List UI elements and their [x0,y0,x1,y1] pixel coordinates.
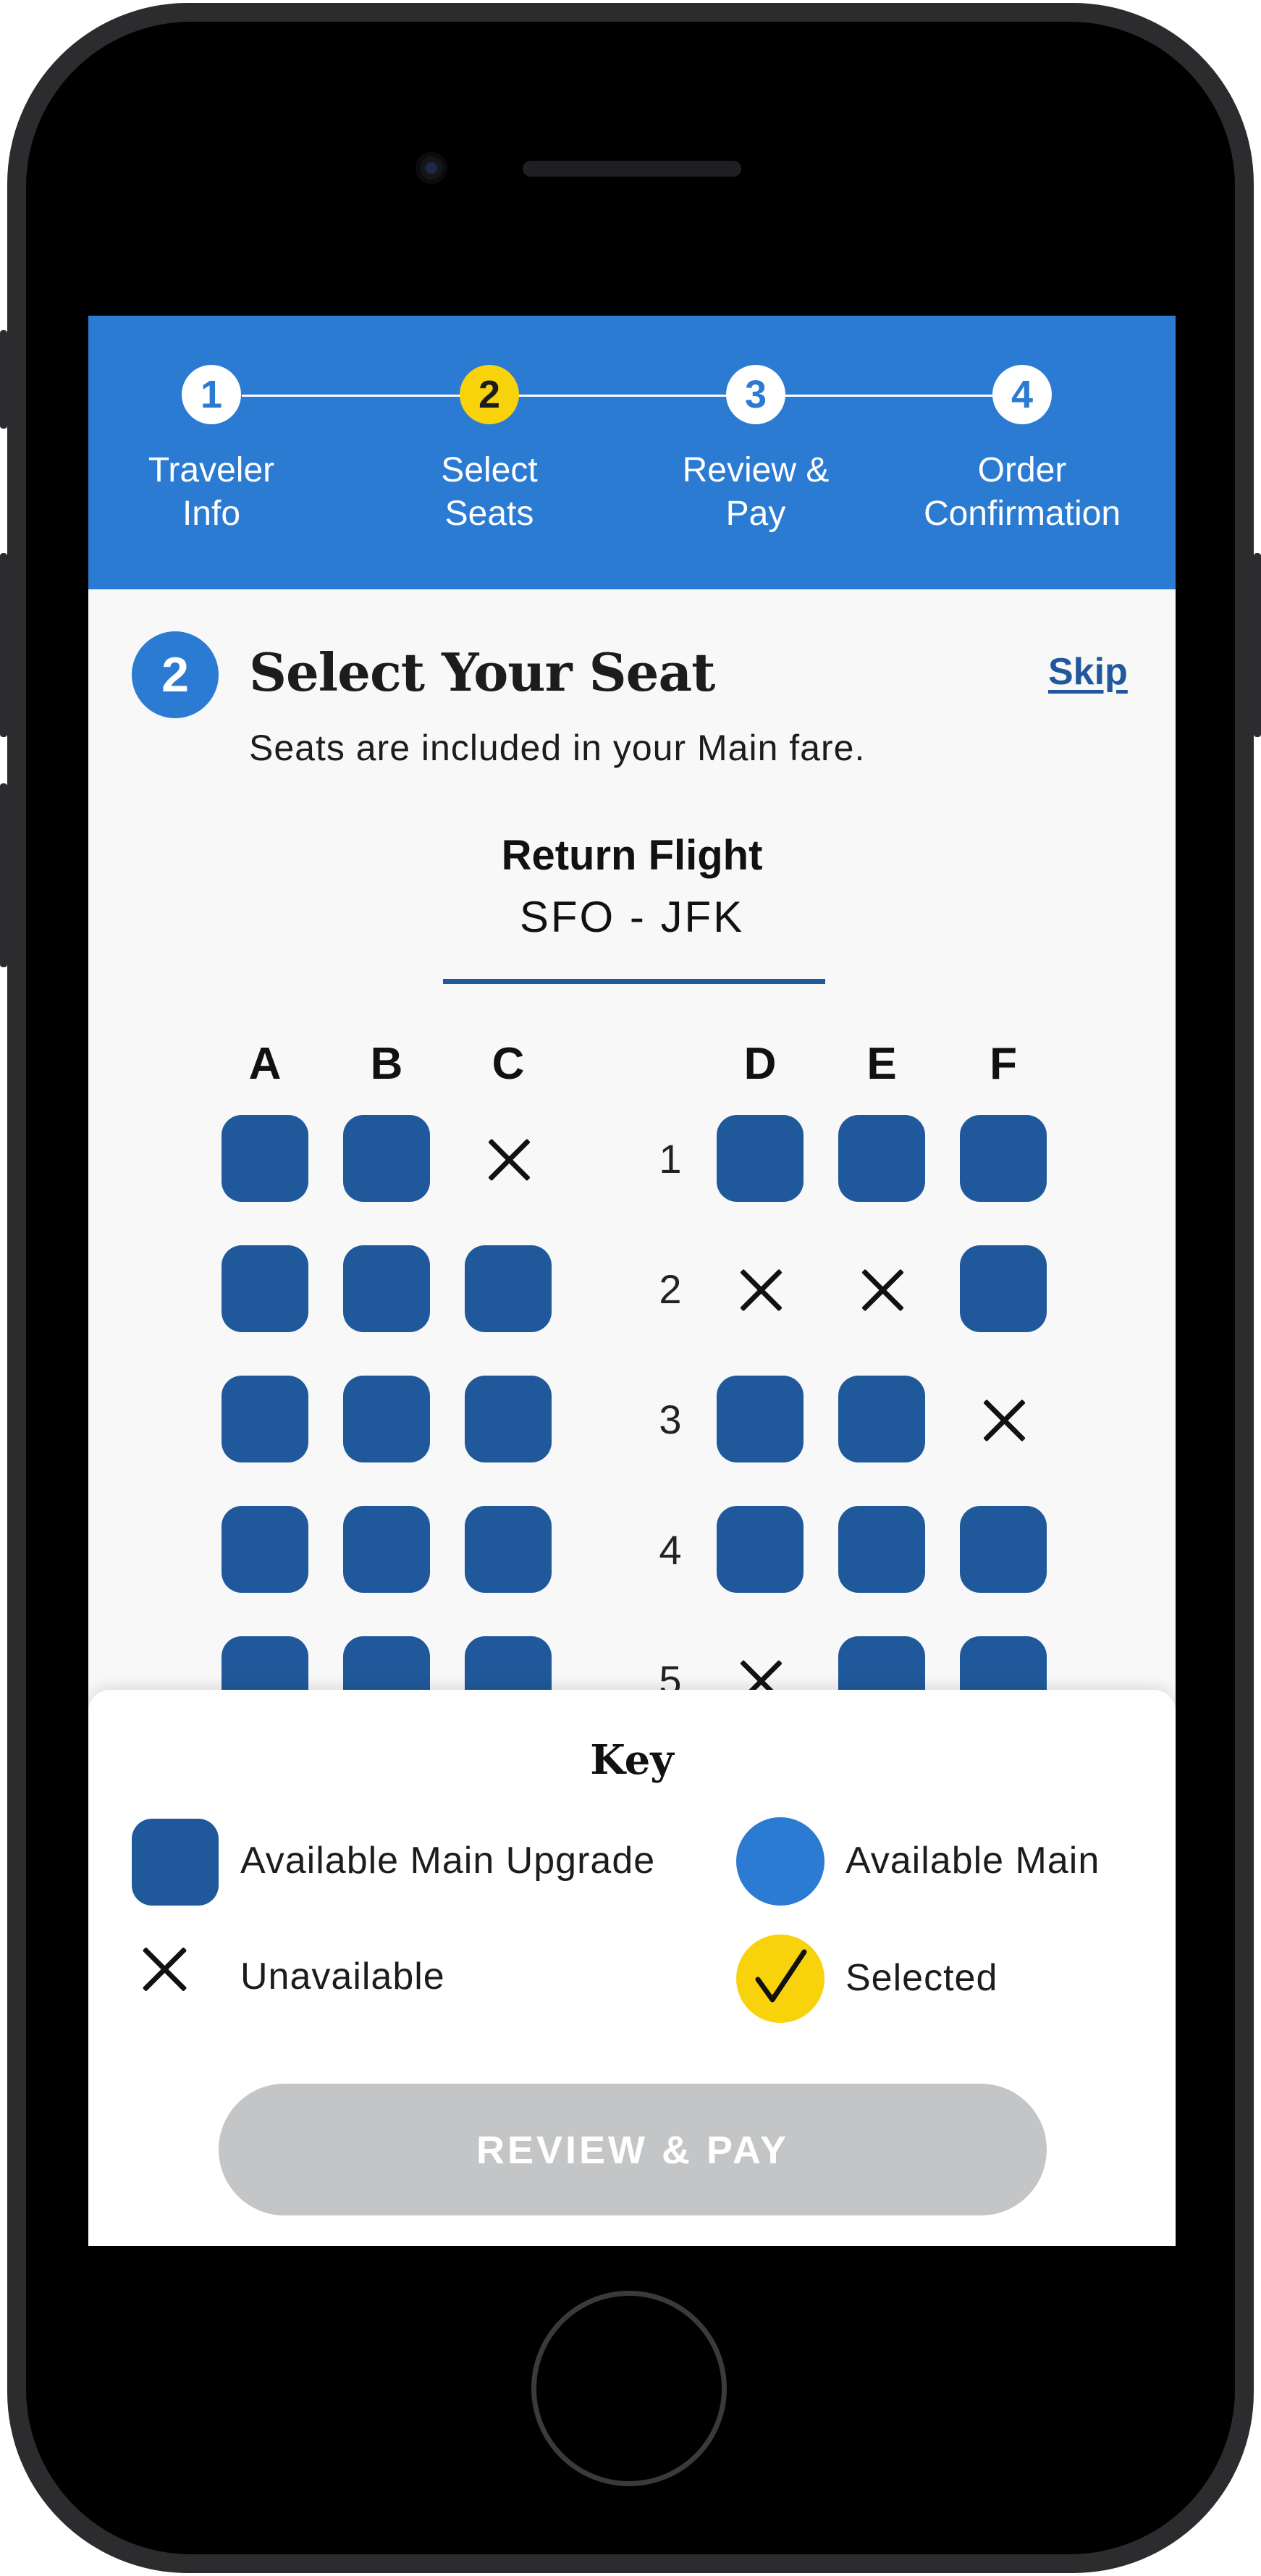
seat-unavailable-2e [838,1245,925,1332]
step-traveler-info[interactable]: 1 Traveler Info [92,365,331,536]
seat-2f[interactable] [960,1245,1047,1332]
seat-1d[interactable] [717,1115,804,1202]
review-pay-button[interactable]: REVIEW & PAY [219,2084,1047,2215]
step-order-confirmation[interactable]: 4 Order Confirmation [903,365,1142,536]
seat-1e[interactable] [838,1115,925,1202]
step-number: 1 [182,365,241,424]
app-screen: 1 Traveler Info 2 Select Seats 3 Review … [88,316,1176,2246]
step-label: Traveler Info [148,451,275,533]
seat-3b[interactable] [343,1376,430,1462]
seat-4c[interactable] [465,1506,552,1593]
selected-check-icon [736,1935,824,2023]
row-number: 2 [659,1266,682,1312]
seat-4b[interactable] [343,1506,430,1593]
section-number-badge: 2 [132,631,219,718]
seat-unavailable-2d [717,1245,804,1332]
key-panel: Key Available Main Upgrade Available Mai… [88,1690,1176,2246]
column-header-d: D [743,1039,777,1089]
flight-tab-underline [443,979,825,984]
flight-route: SFO - JFK [519,893,745,941]
seat-unavailable-3f [960,1376,1047,1462]
seat-unavailable-1c [465,1115,552,1202]
selected-label: Selected [845,1957,998,1999]
column-header-b: B [370,1039,403,1089]
home-button[interactable] [531,2291,727,2486]
seat-1a[interactable] [222,1115,308,1202]
available-upgrade-swatch [132,1819,219,1906]
page-subtitle: Seats are included in your Main fare. [249,728,866,768]
step-select-seats[interactable]: 2 Select Seats [370,365,609,536]
volume-down-button [0,783,7,967]
key-title: Key [590,1736,674,1784]
seat-1f[interactable] [960,1115,1047,1202]
unavailable-x-icon [133,1936,198,2001]
skip-link[interactable]: Skip [1048,650,1128,694]
step-label: Order Confirmation [923,451,1121,533]
seat-1b[interactable] [343,1115,430,1202]
available-main-label: Available Main [845,1840,1100,1882]
step-number: 4 [992,365,1052,424]
column-header-e: E [866,1039,897,1089]
mute-switch [0,330,7,429]
column-header-f: F [990,1039,1017,1089]
seat-3d[interactable] [717,1376,804,1462]
seat-2b[interactable] [343,1245,430,1332]
step-label: Review & Pay [682,451,830,533]
seat-4a[interactable] [222,1506,308,1593]
seat-3e[interactable] [838,1376,925,1462]
step-review-pay[interactable]: 3 Review & Pay [636,365,875,536]
seat-2a[interactable] [222,1245,308,1332]
seat-4e[interactable] [838,1506,925,1593]
flight-title: Return Flight [501,832,763,879]
step-number: 2 [460,365,519,424]
step-number: 3 [726,365,785,424]
page-title: Select Your Seat [249,641,715,703]
power-button [1254,553,1261,737]
volume-up-button [0,553,7,737]
row-number: 1 [659,1136,682,1182]
row-number: 4 [659,1527,682,1573]
seat-2c[interactable] [465,1245,552,1332]
seat-3c[interactable] [465,1376,552,1462]
available-upgrade-label: Available Main Upgrade [240,1840,656,1882]
step-label: Select Seats [441,451,538,533]
seat-4f[interactable] [960,1506,1047,1593]
column-header-c: C [492,1039,525,1089]
seat-4d[interactable] [717,1506,804,1593]
progress-stepper: 1 Traveler Info 2 Select Seats 3 Review … [88,316,1176,589]
front-camera-icon [416,152,447,184]
unavailable-label: Unavailable [240,1956,445,1998]
earpiece-speaker [523,161,741,177]
seat-3a[interactable] [222,1376,308,1462]
row-number: 3 [659,1397,682,1442]
available-main-swatch [736,1817,824,1906]
column-header-a: A [248,1039,282,1089]
